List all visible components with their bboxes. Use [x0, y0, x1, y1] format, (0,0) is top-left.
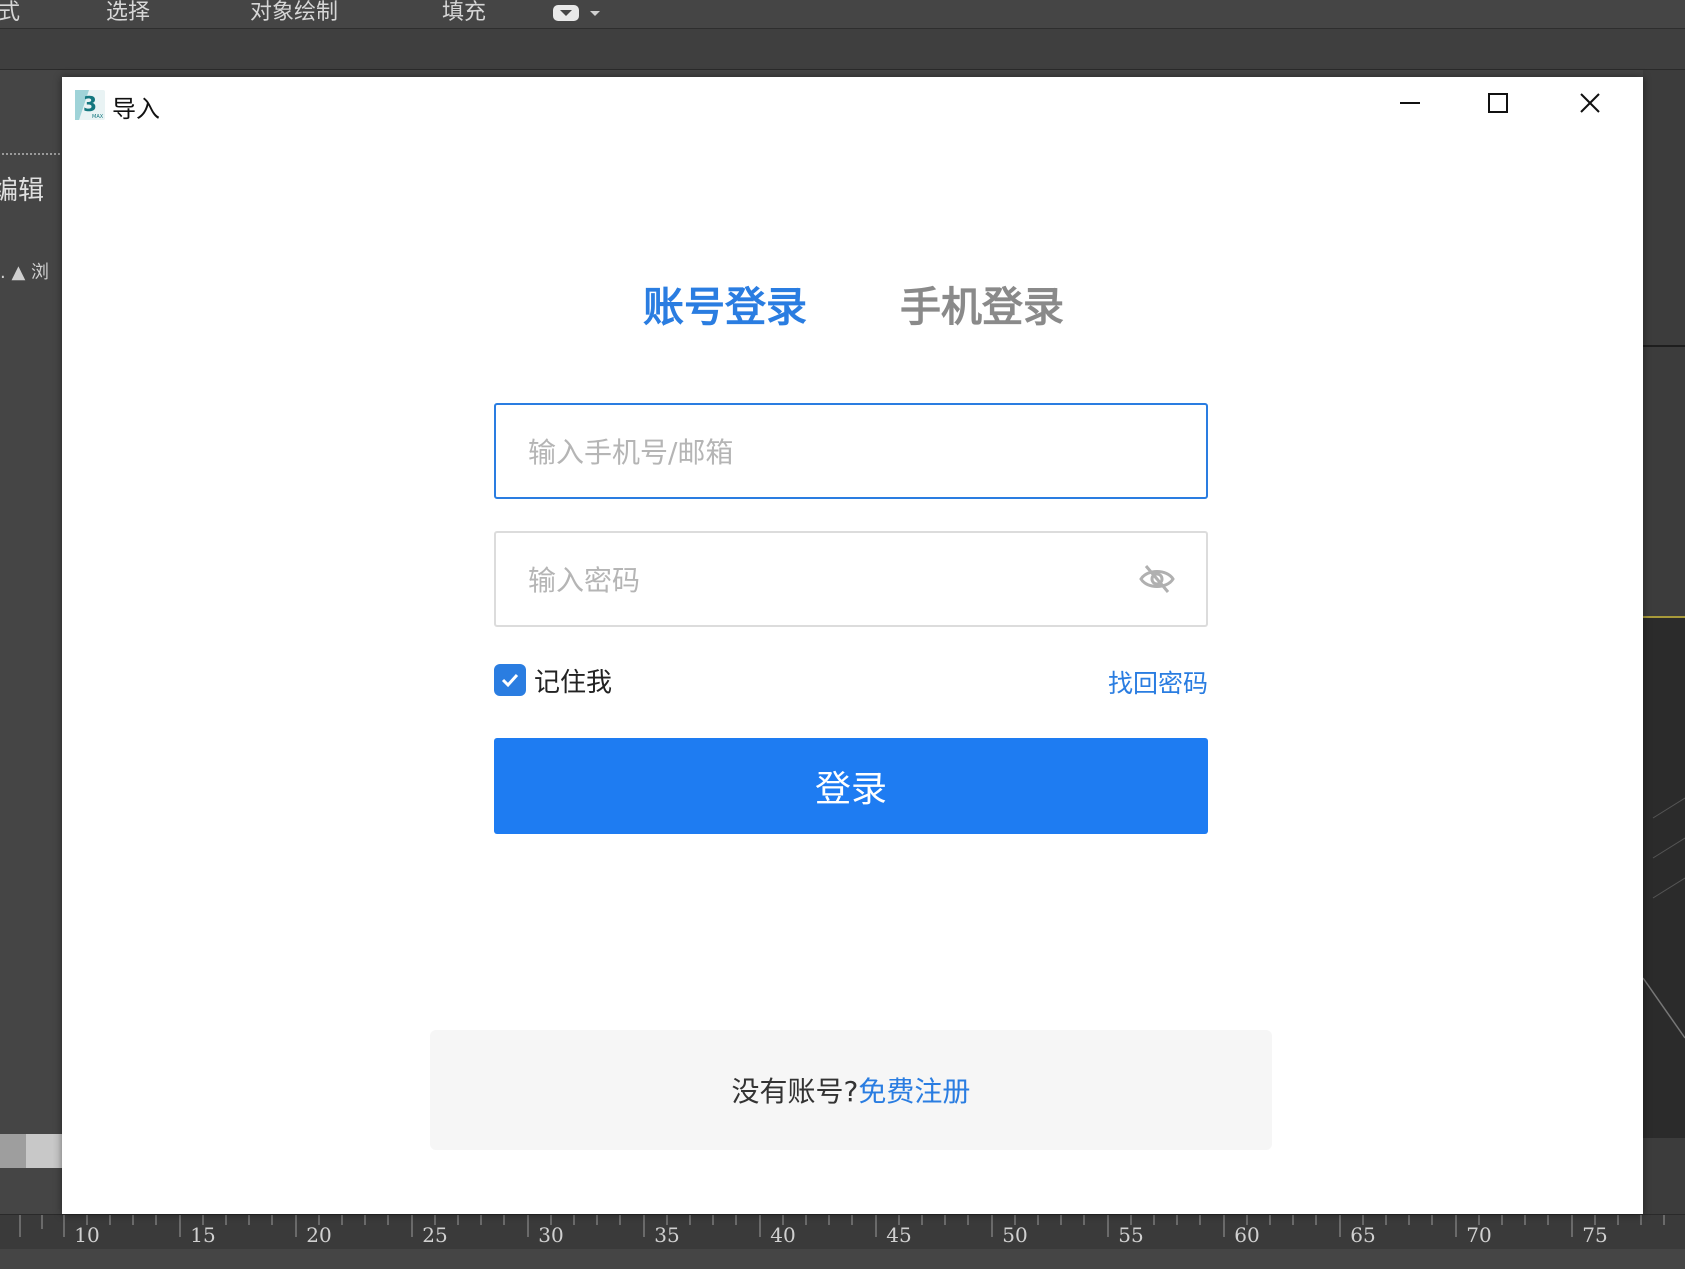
- checkmark-icon: [501, 673, 519, 688]
- account-input[interactable]: [526, 405, 1130, 499]
- timeline-tick-label: 45: [886, 1223, 912, 1247]
- 3ds-max-icon: 3 MAX: [75, 90, 105, 120]
- maximize-icon: [1488, 93, 1508, 113]
- eye-off-icon[interactable]: [1138, 560, 1176, 598]
- timeline-tick-label: 10: [74, 1223, 100, 1247]
- login-button[interactable]: 登录: [494, 738, 1208, 834]
- window-title: 导入: [112, 95, 160, 123]
- minimize-icon: [1400, 102, 1420, 104]
- menu-item-object-paint[interactable]: 对象绘制: [250, 0, 338, 28]
- timeline-tick-label: 55: [1118, 1223, 1144, 1247]
- register-panel: 没有账号?免费注册: [430, 1030, 1272, 1150]
- svg-text:3: 3: [83, 92, 97, 116]
- app-toolbar: [0, 29, 1685, 70]
- viewport-grid: [1642, 797, 1685, 1039]
- timeline-tick-label: 20: [306, 1223, 332, 1247]
- panel-scrollbar-thumb[interactable]: [0, 1134, 26, 1168]
- panel-edit-label: 编辑: [0, 176, 45, 206]
- password-field[interactable]: [494, 531, 1208, 627]
- perspective-viewport[interactable]: [1642, 616, 1685, 1138]
- timeline-tick-label: 15: [190, 1223, 216, 1247]
- tab-account-login[interactable]: 账号登录: [643, 273, 807, 333]
- password-input[interactable]: [526, 533, 1130, 627]
- tab-phone-login[interactable]: 手机登录: [900, 273, 1064, 333]
- timeline-tick-label: 30: [538, 1223, 564, 1247]
- menu-item-select[interactable]: 选择: [106, 0, 150, 28]
- timeline-ruler[interactable]: 10 15 20 25 30 35 40 45 50 55 60 65 70 7…: [0, 1214, 1685, 1249]
- svg-text:MAX: MAX: [92, 114, 104, 120]
- menu-item-fill[interactable]: 填充: [442, 0, 486, 28]
- remember-me-checkbox[interactable]: [494, 664, 526, 696]
- viewport-dropdown-icon[interactable]: [553, 4, 601, 24]
- forgot-password-link[interactable]: 找回密码: [1108, 664, 1208, 700]
- timeline-tick-label: 70: [1466, 1223, 1492, 1247]
- panel-divider: [2, 153, 60, 155]
- close-button[interactable]: [1562, 83, 1618, 123]
- panel-row: . ▲ 浏: [0, 262, 50, 283]
- dialog-titlebar[interactable]: 3 MAX 导入: [62, 77, 1643, 133]
- timeline-tick-label: 60: [1234, 1223, 1260, 1247]
- import-dialog: 3 MAX 导入 账号登录 手机登录 输入手机号/邮箱 记住我 找回密码 登录 …: [62, 77, 1643, 1214]
- minimize-button[interactable]: [1382, 83, 1438, 123]
- register-line: 没有账号?免费注册: [430, 1070, 1272, 1110]
- register-link[interactable]: 免费注册: [858, 1075, 970, 1108]
- timeline-tick-label: 35: [654, 1223, 680, 1247]
- timeline-tick-label: 25: [422, 1223, 448, 1247]
- timeline-ticks: [19, 1215, 1665, 1237]
- account-field[interactable]: [494, 403, 1208, 499]
- app-menubar: 式 选择 对象绘制 填充: [0, 0, 1685, 29]
- close-icon: [1580, 93, 1600, 113]
- timeline-tick-label: 40: [770, 1223, 796, 1247]
- timeline-tick-label: 65: [1350, 1223, 1376, 1247]
- status-bar: [0, 1249, 1685, 1269]
- menu-item-mode[interactable]: 式: [0, 0, 20, 28]
- login-tabs: 账号登录 手机登录: [62, 273, 1643, 343]
- no-account-text: 没有账号?: [731, 1075, 859, 1108]
- remember-row: 记住我 找回密码: [494, 660, 1208, 700]
- command-panel: 编辑 . ▲ 浏: [0, 70, 62, 1264]
- timeline-tick-label: 75: [1582, 1223, 1608, 1247]
- maximize-button[interactable]: [1470, 83, 1526, 123]
- remember-me-label[interactable]: 记住我: [534, 662, 612, 699]
- timeline-tick-label: 50: [1002, 1223, 1028, 1247]
